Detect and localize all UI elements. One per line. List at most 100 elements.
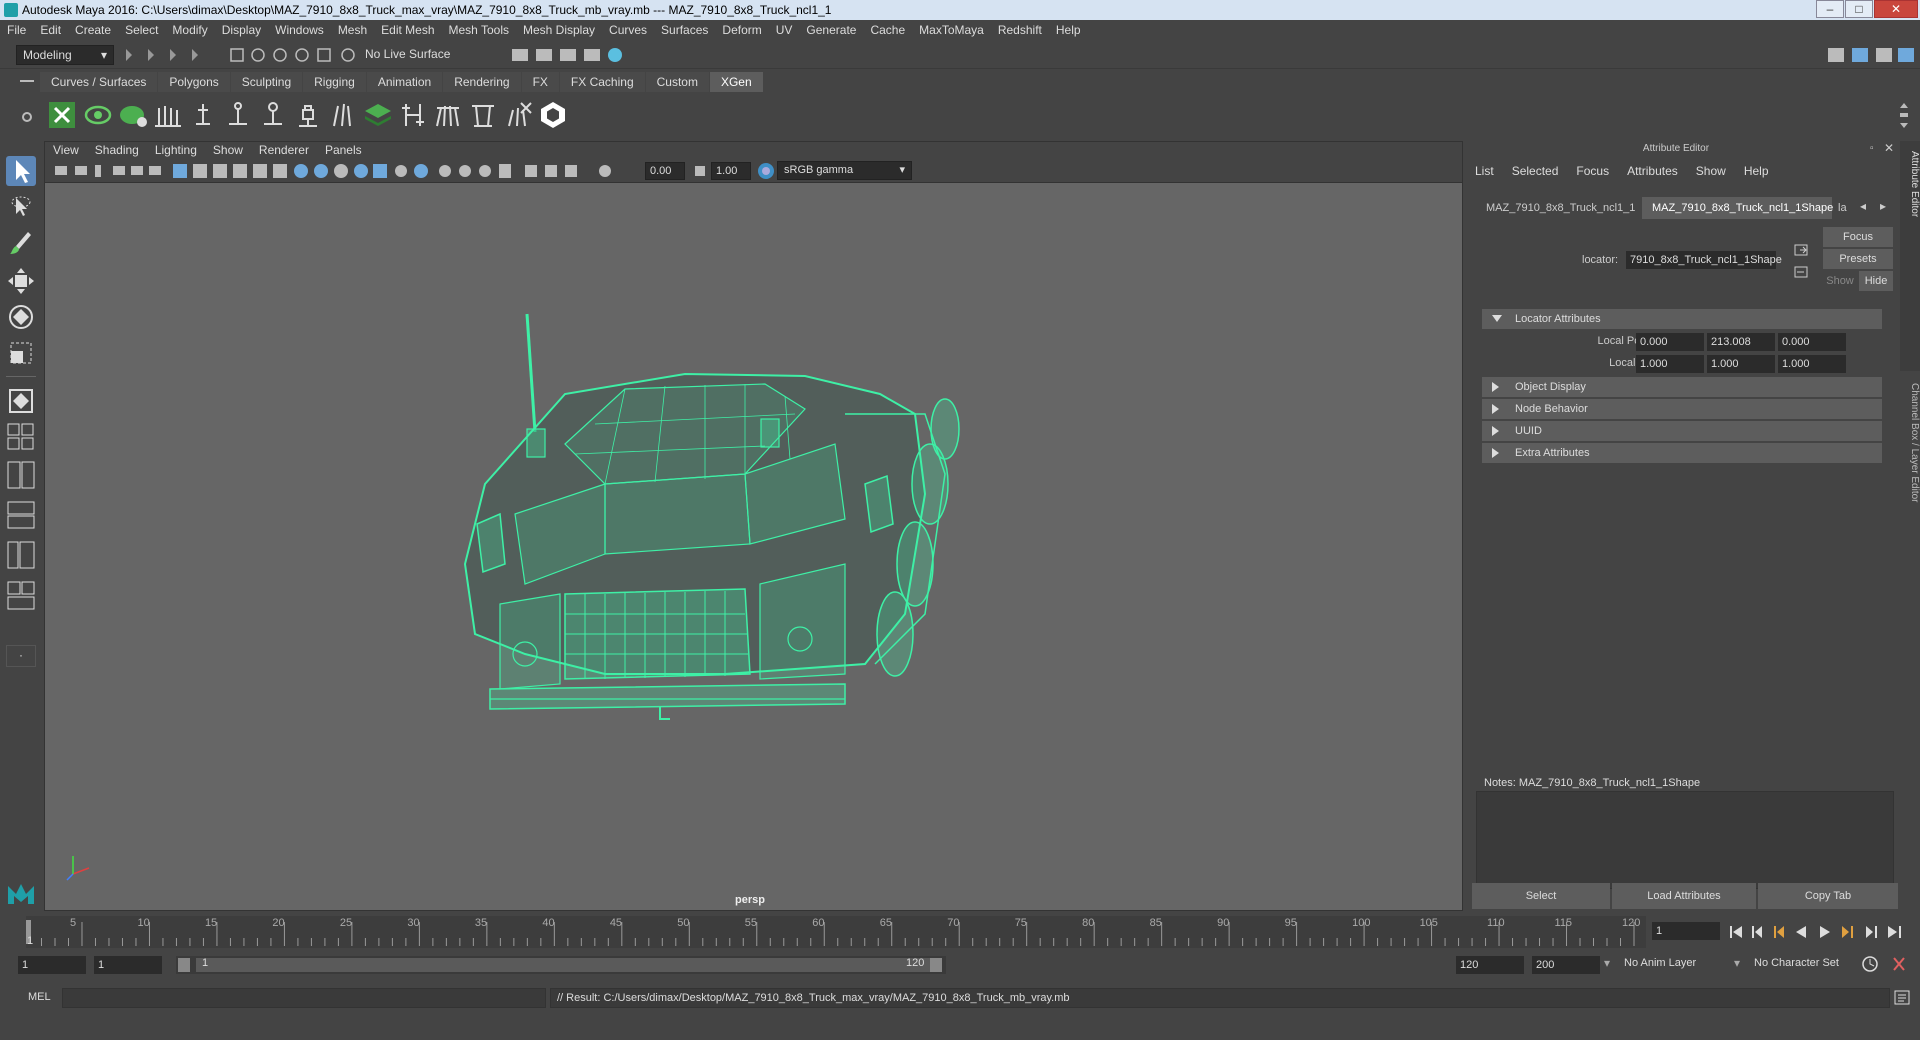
xgen-place-guides-icon[interactable] xyxy=(153,100,183,130)
animation-start-field[interactable]: 1 xyxy=(18,956,86,974)
select-button[interactable]: Select xyxy=(1472,883,1610,909)
scale-tool[interactable] xyxy=(6,338,36,368)
xgen-editor-icon[interactable] xyxy=(47,100,77,130)
script-editor-icon[interactable] xyxy=(1894,990,1912,1006)
menu-maxtomaya[interactable]: MaxToMaya xyxy=(912,20,991,41)
menu-mesh-tools[interactable]: Mesh Tools xyxy=(442,20,516,41)
tab-fx-caching[interactable]: FX Caching xyxy=(559,72,645,92)
menu-edit-mesh[interactable]: Edit Mesh xyxy=(374,20,441,41)
viewport-toolbar-icons[interactable] xyxy=(53,162,653,180)
menu-file[interactable]: File xyxy=(0,20,33,41)
live-surface-label[interactable]: No Live Surface xyxy=(365,47,450,61)
section-extra-attributes[interactable]: Extra Attributes xyxy=(1482,443,1882,463)
xgen-sculpt-guides-icon[interactable] xyxy=(433,100,463,130)
vp-menu-shading[interactable]: Shading xyxy=(87,142,147,159)
close-button[interactable]: ✕ xyxy=(1874,0,1918,18)
playback-controls[interactable] xyxy=(1728,924,1918,940)
menu-windows[interactable]: Windows xyxy=(268,20,331,41)
menu-help[interactable]: Help xyxy=(1049,20,1088,41)
menu-edit[interactable]: Edit xyxy=(33,20,68,41)
maximize-button[interactable]: □ xyxy=(1845,0,1873,18)
ae-tab-next[interactable]: la xyxy=(1836,197,1856,219)
vp-menu-view[interactable]: View xyxy=(45,142,87,159)
xgen-lock-guide-icon[interactable] xyxy=(293,100,323,130)
select-tool[interactable] xyxy=(6,156,36,186)
locator-name-field[interactable]: 7910_8x8_Truck_ncl1_1Shape xyxy=(1626,251,1782,269)
tab-xgen[interactable]: XGen xyxy=(709,72,763,92)
render-icons[interactable] xyxy=(510,45,630,65)
viewport-panel[interactable]: View Shading Lighting Show Renderer Panels 0.… xyxy=(44,141,1463,911)
command-language-toggle[interactable]: MEL xyxy=(28,991,51,1003)
xgen-rebuild-guides-icon[interactable] xyxy=(328,100,358,130)
tab-rigging[interactable]: Rigging xyxy=(303,72,366,92)
tab-custom[interactable]: Custom xyxy=(645,72,709,92)
ae-menu-focus[interactable]: Focus xyxy=(1567,160,1618,182)
menu-surfaces[interactable]: Surfaces xyxy=(654,20,715,41)
menu-deform[interactable]: Deform xyxy=(715,20,768,41)
ae-menu-list[interactable]: List xyxy=(1466,160,1503,182)
gamma-icon[interactable] xyxy=(693,164,707,178)
range-slider[interactable]: 1 1 120 xyxy=(176,956,946,974)
xgen-add-guide-icon[interactable] xyxy=(188,100,218,130)
snap-tools-icons[interactable] xyxy=(228,45,358,65)
menu-display[interactable]: Display xyxy=(215,20,268,41)
local-scale-x[interactable]: 1.000 xyxy=(1636,355,1704,373)
range-start-handle[interactable] xyxy=(178,958,190,972)
chevron-down-icon[interactable]: ▾ xyxy=(1734,956,1740,970)
rotate-tool[interactable] xyxy=(6,302,36,332)
outliner-toggle[interactable]: · xyxy=(6,645,36,667)
menu-curves[interactable]: Curves xyxy=(602,20,654,41)
mode-dropdown[interactable]: Modeling ▾ xyxy=(16,45,114,65)
playback-start-field[interactable]: 1 xyxy=(94,956,162,974)
xgen-bend-guide-icon[interactable] xyxy=(258,100,288,130)
ae-menu-attributes[interactable]: Attributes xyxy=(1618,160,1687,182)
local-position-x[interactable]: 0.000 xyxy=(1636,333,1704,351)
local-scale-y[interactable]: 1.000 xyxy=(1707,355,1775,373)
menu-uv[interactable]: UV xyxy=(769,20,800,41)
shelf-menu-icon[interactable] xyxy=(20,80,34,82)
color-management-icon[interactable] xyxy=(757,162,775,180)
xgen-guide-tool-icon[interactable] xyxy=(223,100,253,130)
ae-tab-shape[interactable]: MAZ_7910_8x8_Truck_ncl1_1Shape xyxy=(1642,197,1833,219)
local-position-y[interactable]: 213.008 xyxy=(1707,333,1775,351)
xgen-hexagon-icon[interactable] xyxy=(538,100,568,130)
vp-menu-renderer[interactable]: Renderer xyxy=(251,142,317,159)
shelf-scroll-icon[interactable] xyxy=(1898,100,1910,132)
go-to-input-icon[interactable] xyxy=(1794,243,1810,257)
tab-curves-surfaces[interactable]: Curves / Surfaces xyxy=(40,72,158,92)
notes-textarea[interactable] xyxy=(1476,791,1894,889)
ae-tab-transform[interactable]: MAZ_7910_8x8_Truck_ncl1_1 xyxy=(1476,197,1636,219)
key-prefs-icons[interactable] xyxy=(1860,954,1916,974)
vp-menu-panels[interactable]: Panels xyxy=(317,142,370,159)
local-position-z[interactable]: 0.000 xyxy=(1778,333,1846,351)
section-uuid[interactable]: UUID xyxy=(1482,421,1882,441)
menu-mesh-display[interactable]: Mesh Display xyxy=(516,20,602,41)
exposure-field[interactable]: 0.00 xyxy=(645,162,685,180)
chevron-down-icon[interactable]: ▾ xyxy=(1604,956,1610,970)
quick-layout-icons[interactable] xyxy=(6,422,36,622)
local-scale-z[interactable]: 1.000 xyxy=(1778,355,1846,373)
ae-menu-help[interactable]: Help xyxy=(1735,160,1778,182)
menu-mesh[interactable]: Mesh xyxy=(331,20,374,41)
shelf-settings-icon[interactable] xyxy=(22,112,32,122)
animation-end-field[interactable]: 200 xyxy=(1532,956,1600,974)
tab-scroll-right-icon[interactable]: ▸ xyxy=(1880,199,1886,213)
ae-menu-show[interactable]: Show xyxy=(1687,160,1735,182)
close-panel-icon[interactable]: ✕ xyxy=(1884,141,1894,155)
menu-select[interactable]: Select xyxy=(118,20,165,41)
truck-wireframe-scene[interactable] xyxy=(45,184,1462,910)
minimize-button[interactable]: – xyxy=(1816,0,1844,18)
menu-create[interactable]: Create xyxy=(68,20,118,41)
character-set-dropdown[interactable]: No Character Set xyxy=(1754,957,1839,969)
xgen-create-description-icon[interactable] xyxy=(118,100,148,130)
section-node-behavior[interactable]: Node Behavior xyxy=(1482,399,1882,419)
tab-sculpting[interactable]: Sculpting xyxy=(230,72,303,92)
hide-button[interactable]: Hide xyxy=(1859,271,1893,291)
side-tab-channel-box[interactable]: Channel Box / Layer Editor xyxy=(1900,373,1920,553)
show-button[interactable]: Show xyxy=(1823,271,1857,291)
color-space-dropdown[interactable]: sRGB gamma ▾ xyxy=(777,161,912,180)
tab-polygons[interactable]: Polygons xyxy=(158,72,230,92)
tab-scroll-left-icon[interactable]: ◂ xyxy=(1860,199,1866,213)
gamma-field[interactable]: 1.00 xyxy=(711,162,751,180)
xgen-guides-to-curves-icon[interactable] xyxy=(468,100,498,130)
